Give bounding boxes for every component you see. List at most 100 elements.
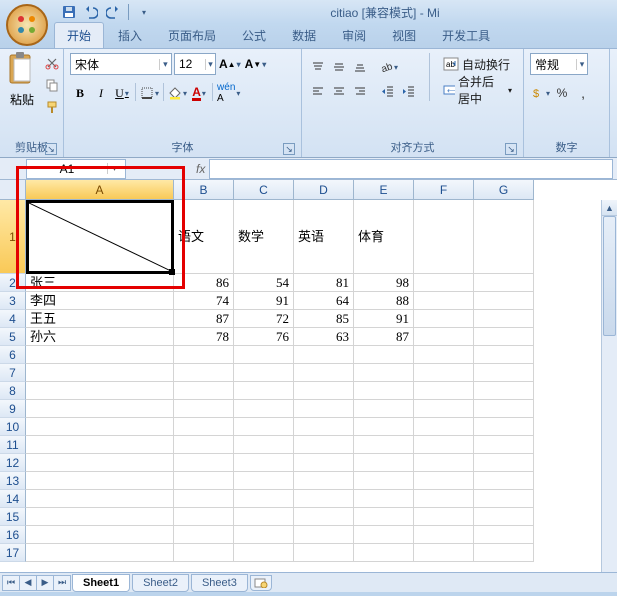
cell-A1[interactable] bbox=[26, 200, 174, 274]
cell-C3[interactable]: 91 bbox=[234, 292, 294, 310]
cell-C1[interactable]: 数学 bbox=[234, 200, 294, 274]
shrink-font-icon[interactable]: A▼ bbox=[244, 54, 268, 74]
scroll-thumb[interactable] bbox=[603, 216, 616, 336]
cell-D10[interactable] bbox=[294, 418, 354, 436]
cell-G13[interactable] bbox=[474, 472, 534, 490]
cut-icon[interactable] bbox=[42, 53, 62, 73]
cell-C12[interactable] bbox=[234, 454, 294, 472]
cell-B1[interactable]: 语文 bbox=[174, 200, 234, 274]
font-launcher-icon[interactable]: ↘ bbox=[283, 143, 295, 155]
col-header-E[interactable]: E bbox=[354, 180, 414, 200]
cell-E11[interactable] bbox=[354, 436, 414, 454]
cell-G2[interactable] bbox=[474, 274, 534, 292]
cell-E5[interactable]: 87 bbox=[354, 328, 414, 346]
row-header-14[interactable]: 14 bbox=[0, 490, 26, 508]
align-launcher-icon[interactable]: ↘ bbox=[505, 143, 517, 155]
cell-G4[interactable] bbox=[474, 310, 534, 328]
decrease-indent-icon[interactable] bbox=[378, 81, 398, 101]
cell-F3[interactable] bbox=[414, 292, 474, 310]
cell-E10[interactable] bbox=[354, 418, 414, 436]
border-icon[interactable] bbox=[139, 83, 160, 103]
cell-F5[interactable] bbox=[414, 328, 474, 346]
font-size-combo[interactable]: ▾ bbox=[174, 53, 216, 75]
col-header-G[interactable]: G bbox=[474, 180, 534, 200]
currency-icon[interactable]: $ bbox=[530, 83, 551, 103]
cell-D16[interactable] bbox=[294, 526, 354, 544]
cell-G7[interactable] bbox=[474, 364, 534, 382]
cell-C11[interactable] bbox=[234, 436, 294, 454]
number-format-combo[interactable]: ▾ bbox=[530, 53, 588, 75]
comma-icon[interactable]: , bbox=[573, 83, 593, 103]
row-header-12[interactable]: 12 bbox=[0, 454, 26, 472]
cell-A17[interactable] bbox=[26, 544, 174, 562]
format-painter-icon[interactable] bbox=[42, 97, 62, 117]
cell-E2[interactable]: 98 bbox=[354, 274, 414, 292]
row-header-11[interactable]: 11 bbox=[0, 436, 26, 454]
cell-C2[interactable]: 54 bbox=[234, 274, 294, 292]
font-name-combo[interactable]: ▾ bbox=[70, 53, 172, 75]
cell-B14[interactable] bbox=[174, 490, 234, 508]
align-bottom-icon[interactable] bbox=[350, 57, 370, 77]
cell-D2[interactable]: 81 bbox=[294, 274, 354, 292]
merge-center-button[interactable]: ⟷合并后居中▾ bbox=[438, 79, 517, 101]
cell-F12[interactable] bbox=[414, 454, 474, 472]
select-all-corner[interactable] bbox=[0, 180, 26, 200]
align-center-icon[interactable] bbox=[329, 81, 349, 101]
cell-A9[interactable] bbox=[26, 400, 174, 418]
col-header-B[interactable]: B bbox=[174, 180, 234, 200]
cell-D4[interactable]: 85 bbox=[294, 310, 354, 328]
cell-A7[interactable] bbox=[26, 364, 174, 382]
cell-G3[interactable] bbox=[474, 292, 534, 310]
cell-A10[interactable] bbox=[26, 418, 174, 436]
qat-save-icon[interactable] bbox=[60, 3, 78, 21]
row-header-2[interactable]: 2 bbox=[0, 274, 26, 292]
cell-C8[interactable] bbox=[234, 382, 294, 400]
cell-D15[interactable] bbox=[294, 508, 354, 526]
cell-B17[interactable] bbox=[174, 544, 234, 562]
cell-F4[interactable] bbox=[414, 310, 474, 328]
cell-A13[interactable] bbox=[26, 472, 174, 490]
cell-B11[interactable] bbox=[174, 436, 234, 454]
col-header-F[interactable]: F bbox=[414, 180, 474, 200]
cell-D6[interactable] bbox=[294, 346, 354, 364]
name-box[interactable]: ▾ bbox=[26, 159, 126, 179]
cell-C13[interactable] bbox=[234, 472, 294, 490]
wrap-text-button[interactable]: ab自动换行 bbox=[438, 53, 517, 75]
grow-font-icon[interactable]: A▲ bbox=[218, 54, 242, 74]
cell-B2[interactable]: 86 bbox=[174, 274, 234, 292]
cell-G14[interactable] bbox=[474, 490, 534, 508]
chevron-down-icon[interactable]: ▾ bbox=[205, 59, 215, 70]
fx-icon[interactable]: fx bbox=[196, 162, 205, 176]
cell-D7[interactable] bbox=[294, 364, 354, 382]
cell-A14[interactable] bbox=[26, 490, 174, 508]
cell-A5[interactable]: 孙六 bbox=[26, 328, 174, 346]
percent-icon[interactable]: % bbox=[552, 83, 572, 103]
cell-A2[interactable]: 张三 bbox=[26, 274, 174, 292]
cell-B8[interactable] bbox=[174, 382, 234, 400]
cell-C7[interactable] bbox=[234, 364, 294, 382]
cell-G12[interactable] bbox=[474, 454, 534, 472]
cell-B9[interactable] bbox=[174, 400, 234, 418]
cell-D13[interactable] bbox=[294, 472, 354, 490]
font-color-icon[interactable]: A bbox=[189, 83, 209, 103]
cell-F17[interactable] bbox=[414, 544, 474, 562]
cell-E7[interactable] bbox=[354, 364, 414, 382]
cell-E3[interactable]: 88 bbox=[354, 292, 414, 310]
cell-E12[interactable] bbox=[354, 454, 414, 472]
chevron-down-icon[interactable]: ▾ bbox=[159, 59, 171, 70]
sheet-nav-first-icon[interactable]: ⏮ bbox=[2, 575, 20, 591]
cell-F16[interactable] bbox=[414, 526, 474, 544]
cell-D11[interactable] bbox=[294, 436, 354, 454]
cell-F9[interactable] bbox=[414, 400, 474, 418]
cell-D1[interactable]: 英语 bbox=[294, 200, 354, 274]
vertical-scrollbar[interactable]: ▲ bbox=[601, 200, 617, 572]
cell-G1[interactable] bbox=[474, 200, 534, 274]
copy-icon[interactable] bbox=[42, 75, 62, 95]
sheet-nav-last-icon[interactable]: ⏭ bbox=[53, 575, 71, 591]
cell-B10[interactable] bbox=[174, 418, 234, 436]
align-right-icon[interactable] bbox=[350, 81, 370, 101]
cell-G10[interactable] bbox=[474, 418, 534, 436]
cell-D17[interactable] bbox=[294, 544, 354, 562]
paste-button[interactable]: 粘贴 bbox=[6, 51, 38, 108]
cell-G16[interactable] bbox=[474, 526, 534, 544]
